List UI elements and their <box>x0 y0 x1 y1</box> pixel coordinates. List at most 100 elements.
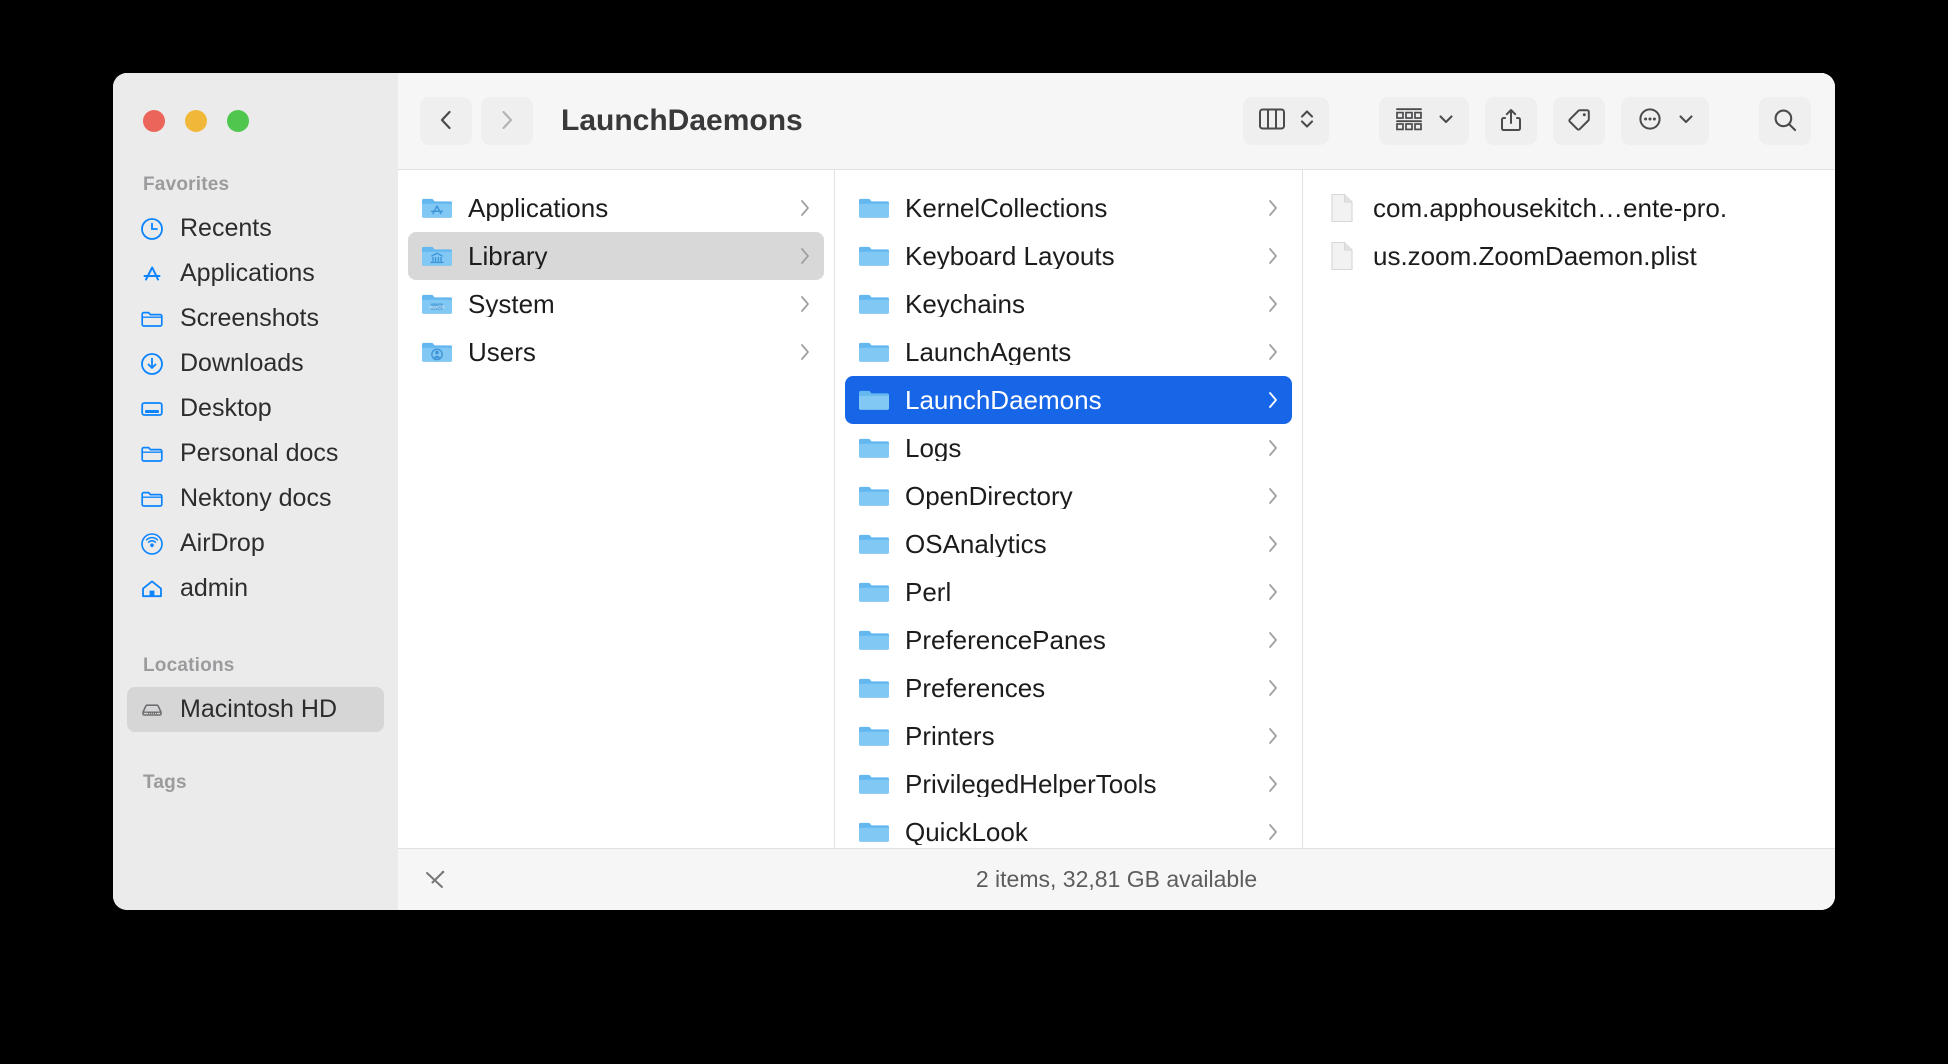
sidebar-item-recents[interactable]: Recents <box>127 206 384 251</box>
column-row[interactable]: us.zoom.ZoomDaemon.plist <box>1313 232 1825 280</box>
column-row-label: OSAnalytics <box>905 531 1047 557</box>
folder-icon <box>857 817 891 847</box>
document-icon <box>1325 241 1359 271</box>
folder-icon <box>139 441 165 467</box>
column-row[interactable]: KernelCollections <box>845 184 1292 232</box>
column-row[interactable]: PreferencePanes <box>845 616 1292 664</box>
sidebar-item-personal-docs[interactable]: Personal docs <box>127 431 384 476</box>
column-row[interactable]: Keyboard Layouts <box>845 232 1292 280</box>
column-row-label: System <box>468 291 555 317</box>
tag-button[interactable] <box>1553 97 1605 145</box>
sidebar-item-label: Desktop <box>180 394 272 422</box>
content-area: LaunchDaemons Applications Library macOS… <box>398 73 1835 910</box>
sidebar-item-screenshots[interactable]: Screenshots <box>127 296 384 341</box>
forward-button[interactable] <box>481 97 533 145</box>
column-row-applications[interactable]: Applications <box>408 184 824 232</box>
column-row[interactable]: PrivilegedHelperTools <box>845 760 1292 808</box>
chevron-right-icon <box>1266 629 1280 651</box>
chevron-right-icon <box>1266 725 1280 747</box>
sidebar-item-macintosh-hd[interactable]: Macintosh HD <box>127 687 384 732</box>
chevron-right-icon <box>1266 197 1280 219</box>
folder-library-icon <box>420 241 454 271</box>
chevron-right-icon <box>1266 485 1280 507</box>
column-row[interactable]: com.apphousekitch…ente-pro. <box>1313 184 1825 232</box>
desktop-icon <box>139 396 165 422</box>
sidebar-item-desktop[interactable]: Desktop <box>127 386 384 431</box>
folder-icon <box>857 481 891 511</box>
sidebar-item-applications[interactable]: Applications <box>127 251 384 296</box>
chevron-right-icon <box>1266 533 1280 555</box>
column-library[interactable]: KernelCollections Keyboard Layouts Keychai… <box>835 170 1303 848</box>
traffic-light-group <box>113 73 398 132</box>
airdrop-icon <box>139 531 165 557</box>
document-icon <box>1325 193 1359 223</box>
chevron-right-icon <box>1266 437 1280 459</box>
ellipsis-circle-icon <box>1635 105 1665 138</box>
column-row[interactable]: OpenDirectory <box>845 472 1292 520</box>
chevron-right-icon <box>1266 341 1280 363</box>
sidebar-item-nektony-docs[interactable]: Nektony docs <box>127 476 384 521</box>
folder-icon <box>857 433 891 463</box>
view-mode-control[interactable] <box>1243 97 1329 145</box>
path-pen-icon[interactable] <box>420 865 450 895</box>
folder-icon <box>857 721 891 751</box>
column-row-label: Printers <box>905 723 995 749</box>
up-down-chevron-icon <box>1299 105 1315 138</box>
column-row-label: Keyboard Layouts <box>905 243 1115 269</box>
chevron-left-icon <box>435 107 457 136</box>
sidebar-item-admin[interactable]: admin <box>127 566 384 611</box>
column-launchdaemons[interactable]: com.apphousekitch…ente-pro. us.zoom.ZoomD… <box>1303 170 1835 848</box>
folder-icon <box>857 385 891 415</box>
column-row-label: Keychains <box>905 291 1025 317</box>
share-button[interactable] <box>1485 97 1537 145</box>
zoom-button[interactable] <box>227 110 249 132</box>
column-row[interactable]: Keychains <box>845 280 1292 328</box>
chevron-right-icon <box>1266 773 1280 795</box>
column-row-label: PrivilegedHelperTools <box>905 771 1157 797</box>
minimize-button[interactable] <box>185 110 207 132</box>
column-row[interactable]: Perl <box>845 568 1292 616</box>
column-row[interactable]: LaunchDaemons <box>845 376 1292 424</box>
column-row[interactable]: Preferences <box>845 664 1292 712</box>
back-button[interactable] <box>420 97 472 145</box>
search-icon <box>1771 106 1799 137</box>
column-row-library[interactable]: Library <box>408 232 824 280</box>
sidebar-section-locations: Locations <box>143 655 235 676</box>
sidebar-item-label: Personal docs <box>180 439 339 467</box>
search-button[interactable] <box>1759 97 1811 145</box>
toolbar: LaunchDaemons <box>398 73 1835 170</box>
column-row[interactable]: OSAnalytics <box>845 520 1292 568</box>
column-row-label: Applications <box>468 195 609 221</box>
column-row-label: Perl <box>905 579 952 605</box>
sidebar-item-label: Screenshots <box>180 304 319 332</box>
folder-icon <box>857 193 891 223</box>
chevron-down-icon <box>1437 105 1455 138</box>
sidebar-item-downloads[interactable]: Downloads <box>127 341 384 386</box>
sidebar-item-label: Recents <box>180 214 272 242</box>
chevron-right-icon <box>798 293 812 315</box>
column-view-icon <box>1257 105 1287 138</box>
folder-icon <box>857 577 891 607</box>
download-icon <box>139 351 165 377</box>
column-row[interactable]: Logs <box>845 424 1292 472</box>
status-text: 2 items, 32,81 GB available <box>975 866 1258 892</box>
chevron-right-icon <box>496 107 518 136</box>
column-row-system[interactable]: macOS System <box>408 280 824 328</box>
sidebar-item-label: AirDrop <box>180 529 265 557</box>
group-by-control[interactable] <box>1379 97 1469 145</box>
column-row-label: LaunchDaemons <box>905 387 1102 413</box>
column-row[interactable]: Printers <box>845 712 1292 760</box>
close-button[interactable] <box>143 110 165 132</box>
clock-icon <box>139 216 165 242</box>
column-row-users[interactable]: Users <box>408 328 824 376</box>
column-row[interactable]: LaunchAgents <box>845 328 1292 376</box>
column-row-label: Logs <box>905 435 962 461</box>
window-body: Favorites Recents Applications Screensho… <box>113 73 1835 910</box>
column-root[interactable]: Applications Library macOS System Users <box>398 170 835 848</box>
more-actions-control[interactable] <box>1621 97 1709 145</box>
column-row-label: OpenDirectory <box>905 483 1073 509</box>
column-row[interactable]: QuickLook <box>845 808 1292 848</box>
sidebar-item-airdrop[interactable]: AirDrop <box>127 521 384 566</box>
toolbar-right-group <box>1243 97 1811 145</box>
folder-system-icon: macOS <box>420 289 454 319</box>
